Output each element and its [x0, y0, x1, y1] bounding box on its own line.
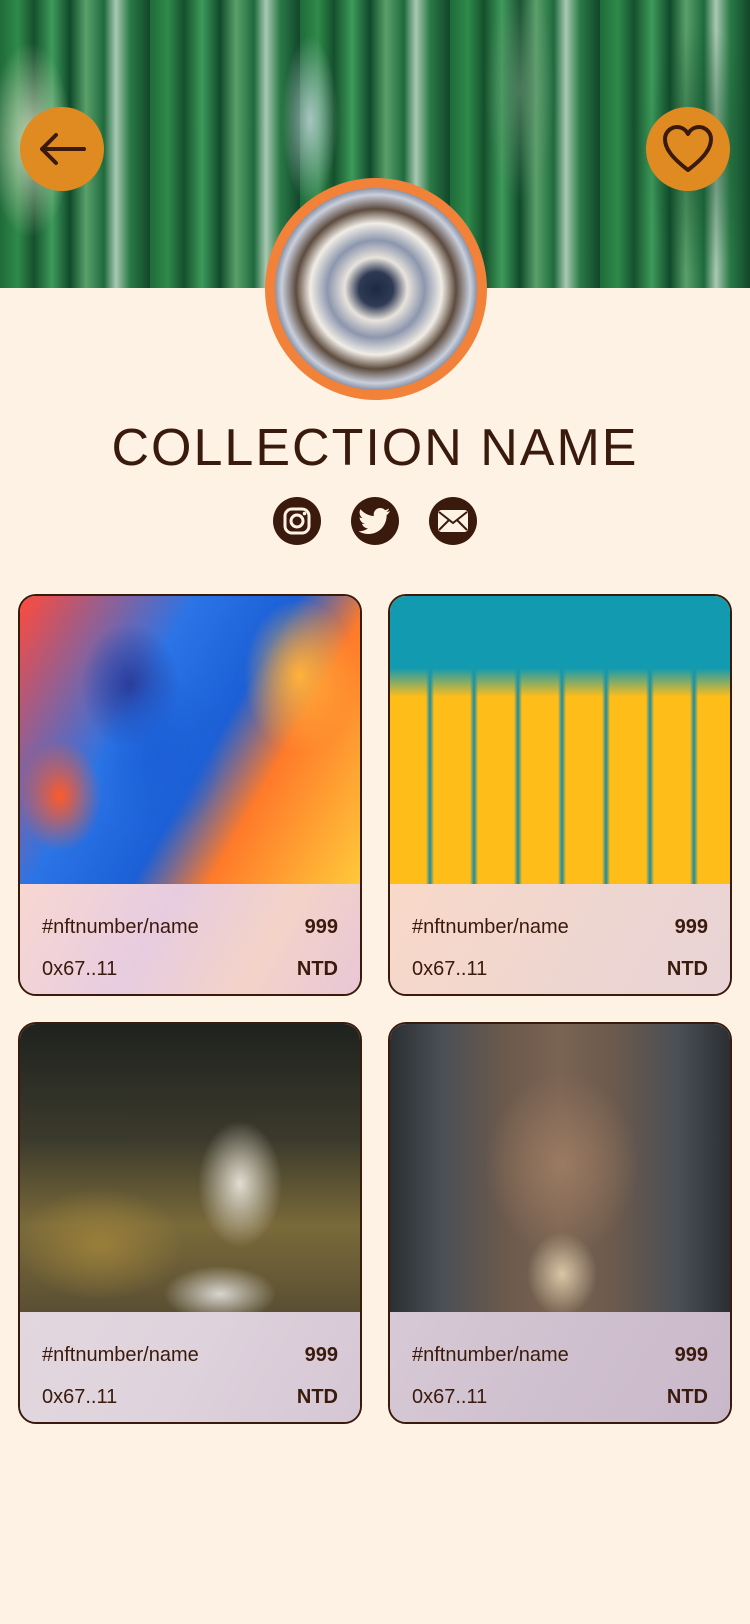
nft-info: #nftnumber/name 999 0x67..11 NTD [20, 884, 360, 994]
social-links [0, 497, 750, 545]
nft-address: 0x67..11 [42, 1385, 118, 1408]
nft-card[interactable]: #nftnumber/name 999 0x67..11 NTD [18, 1022, 362, 1424]
nft-currency: NTD [296, 957, 338, 980]
nft-currency: NTD [666, 1385, 708, 1408]
collection-avatar [265, 178, 487, 400]
nft-name: #nftnumber/name [42, 915, 199, 938]
nft-address: 0x67..11 [412, 1385, 488, 1408]
nft-price: 999 [304, 1343, 338, 1366]
arrow-left-icon [40, 133, 86, 165]
twitter-icon [359, 508, 390, 534]
twitter-link[interactable] [351, 497, 399, 545]
nft-currency: NTD [296, 1385, 338, 1408]
nft-image [20, 1024, 360, 1312]
nft-card[interactable]: #nftnumber/name 999 0x67..11 NTD [388, 1022, 732, 1424]
nft-name: #nftnumber/name [412, 915, 569, 938]
instagram-link[interactable] [273, 497, 321, 545]
nft-image [20, 596, 360, 884]
nft-info: #nftnumber/name 999 0x67..11 NTD [390, 884, 730, 994]
nft-info: #nftnumber/name 999 0x67..11 NTD [20, 1312, 360, 1422]
nft-name: #nftnumber/name [42, 1343, 199, 1366]
mail-link[interactable] [429, 497, 477, 545]
nft-price: 999 [674, 915, 708, 938]
avatar-image [275, 188, 477, 390]
nft-info: #nftnumber/name 999 0x67..11 NTD [390, 1312, 730, 1422]
collection-title: COLLECTION NAME [111, 419, 639, 477]
nft-address: 0x67..11 [42, 957, 118, 980]
nft-card[interactable]: #nftnumber/name 999 0x67..11 NTD [388, 594, 732, 996]
nft-address: 0x67..11 [412, 957, 488, 980]
nft-card[interactable]: #nftnumber/name 999 0x67..11 NTD [18, 594, 362, 996]
back-button[interactable] [20, 107, 104, 191]
favorite-button[interactable] [646, 107, 730, 191]
nft-image [390, 596, 730, 884]
nft-name: #nftnumber/name [412, 1343, 569, 1366]
heart-icon [663, 125, 713, 172]
nft-image [390, 1024, 730, 1312]
nft-currency: NTD [666, 957, 708, 980]
nft-price: 999 [304, 915, 338, 938]
mail-icon [438, 510, 468, 532]
instagram-icon [283, 507, 311, 535]
nft-price: 999 [674, 1343, 708, 1366]
